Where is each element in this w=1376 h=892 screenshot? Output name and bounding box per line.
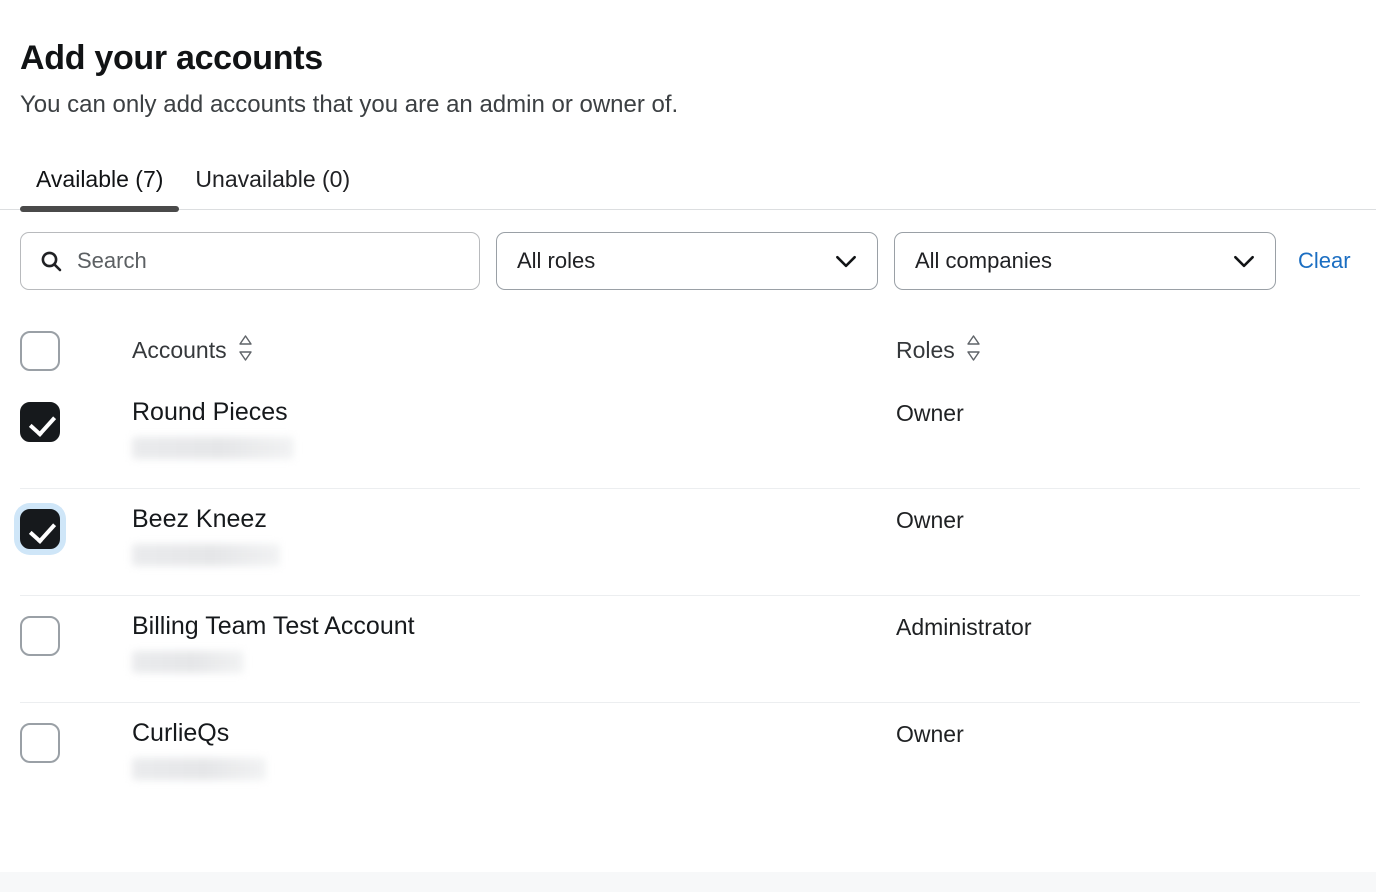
account-subtitle-redacted [132,544,280,566]
row-checkbox[interactable] [20,509,60,549]
row-checkbox[interactable] [20,723,60,763]
row-checkbox-cell [20,596,132,656]
accounts-column-header[interactable]: Accounts [132,333,896,369]
search-icon [39,249,63,273]
page-subtitle: You can only add accounts that you are a… [20,78,1356,120]
role-value: Owner [896,703,1356,749]
accounts-column-label: Accounts [132,337,227,364]
tab-available[interactable]: Available (7) [20,168,179,209]
tab-unavailable[interactable]: Unavailable (0) [179,168,366,209]
search-input[interactable] [75,233,479,289]
account-subtitle-redacted [132,651,244,673]
companies-filter-value: All companies [915,248,1052,274]
select-all-checkbox[interactable] [20,331,60,371]
row-checkbox-cell [20,489,132,549]
chevron-down-icon [1231,248,1257,274]
account-cell: Round Pieces [132,382,896,459]
clear-filters-link[interactable]: Clear [1298,248,1351,274]
account-cell: CurlieQs [132,703,896,780]
filter-bar: All roles All companies Clear [0,210,1376,290]
row-checkbox-cell [20,382,132,442]
account-name: Billing Team Test Account [132,612,896,641]
sort-updown-icon[interactable] [237,333,254,369]
role-value: Owner [896,489,1356,535]
account-name: CurlieQs [132,719,896,748]
search-field[interactable] [20,232,480,290]
chevron-down-icon [833,248,859,274]
table-header-row: Accounts Roles [0,320,1376,382]
table-row[interactable]: Billing Team Test Account Administrator [0,596,1376,703]
account-name: Beez Kneez [132,505,896,534]
select-all-cell [20,331,132,371]
companies-filter-select[interactable]: All companies [894,232,1276,290]
row-checkbox-cell [20,703,132,763]
table-row[interactable]: Round Pieces Owner [0,382,1376,489]
account-name: Round Pieces [132,398,896,427]
bottom-edge-band [0,872,1376,892]
role-value: Owner [896,382,1356,428]
roles-column-label-wrap: Roles [896,333,982,370]
roles-column-header[interactable]: Roles [896,333,1356,370]
table-row[interactable]: Beez Kneez Owner [0,489,1376,596]
row-checkbox[interactable] [20,616,60,656]
account-cell: Billing Team Test Account [132,596,896,673]
roles-filter-select[interactable]: All roles [496,232,878,290]
roles-column-label: Roles [896,337,955,365]
accounts-table: Accounts Roles [0,320,1376,810]
row-checkbox[interactable] [20,402,60,442]
add-accounts-page: Add your accounts You can only add accou… [0,0,1376,892]
tab-bar: Available (7) Unavailable (0) [0,148,1376,210]
page-header: Add your accounts You can only add accou… [0,0,1376,120]
account-subtitle-redacted [132,758,266,780]
sort-updown-icon[interactable] [965,333,982,370]
role-value: Administrator [896,596,1356,642]
page-title: Add your accounts [20,0,1356,78]
account-cell: Beez Kneez [132,489,896,566]
accounts-column-label-wrap: Accounts [132,333,254,369]
roles-filter-value: All roles [517,248,595,274]
account-subtitle-redacted [132,437,294,459]
table-row[interactable]: CurlieQs Owner [0,703,1376,810]
